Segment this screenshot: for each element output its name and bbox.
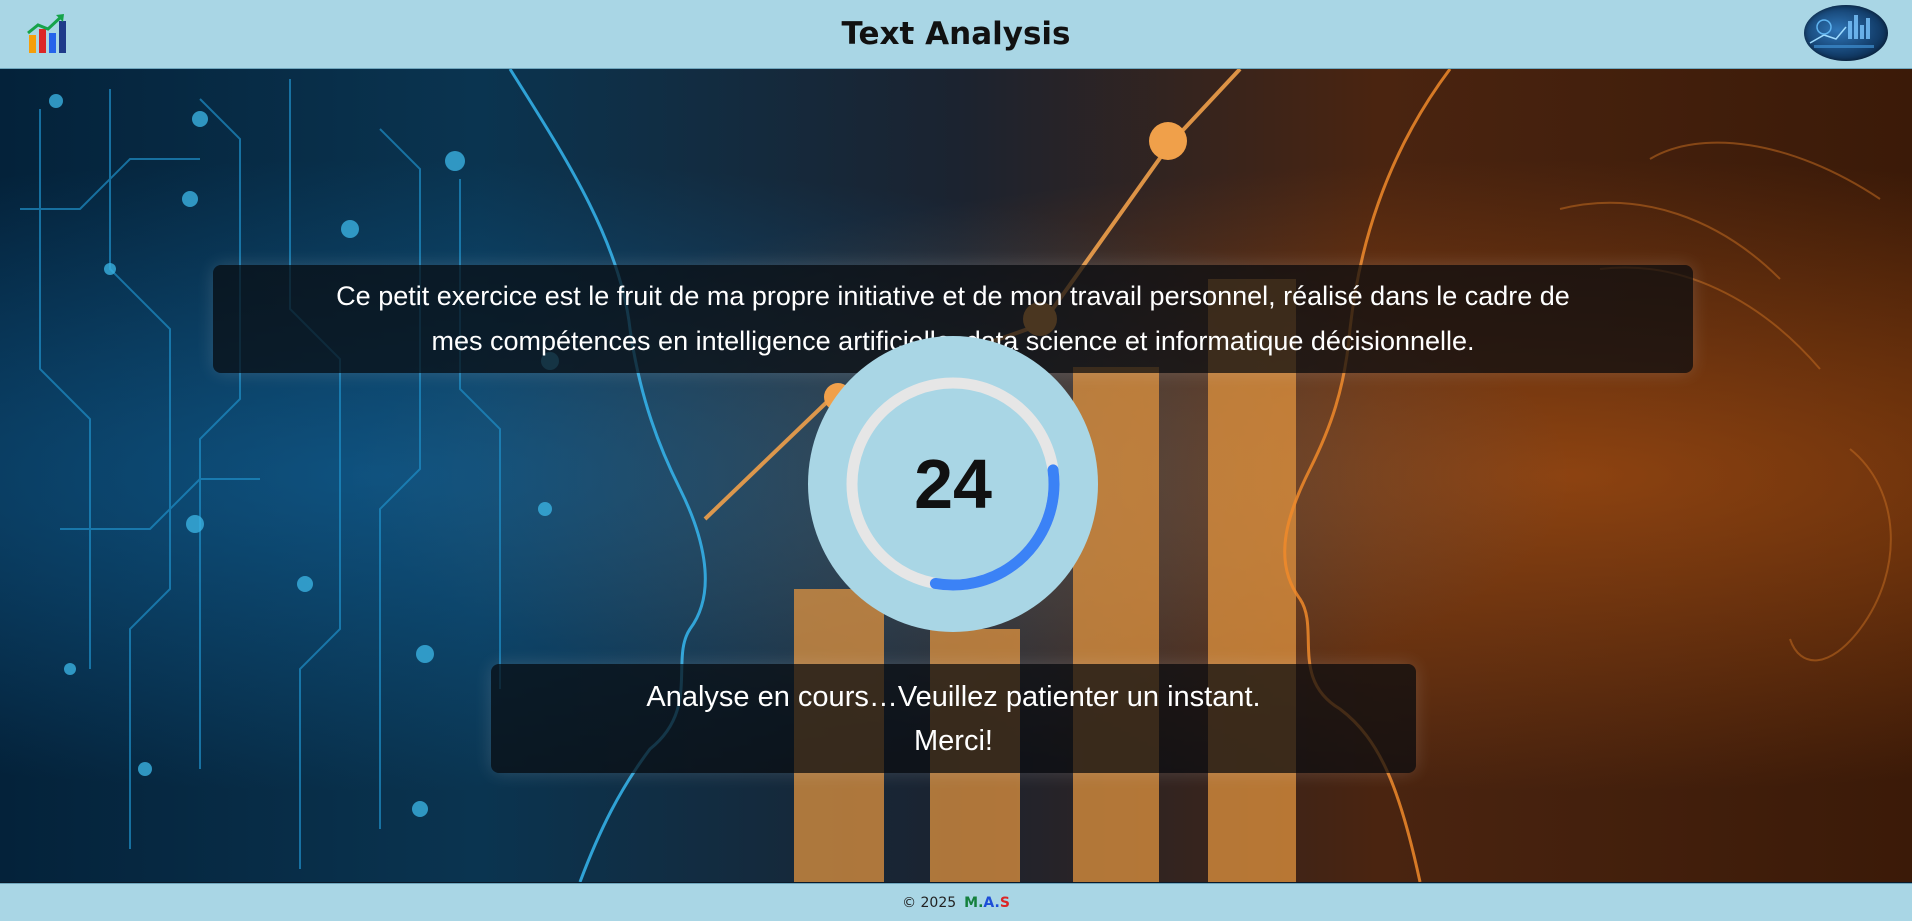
app-header: Text Analysis — [0, 0, 1912, 69]
copyright-text: © 2025 — [902, 894, 957, 911]
app-footer: © 2025 M.A.S — [0, 883, 1912, 921]
page-title: Text Analysis — [841, 16, 1071, 52]
status-message-line-2: Merci! — [914, 725, 993, 757]
status-message: Analyse en cours…Veuillez patienter un i… — [491, 664, 1416, 773]
countdown-spinner: 24 — [808, 336, 1098, 632]
status-message-line-1: Analyse en cours…Veuillez patienter un i… — [646, 681, 1261, 713]
background-scene: Ce petit exercice est le fruit de ma pro… — [0, 69, 1912, 882]
brand-signature: M.A.S — [964, 895, 1010, 911]
brand-part-m: M. — [964, 894, 984, 911]
countdown-number: 24 — [914, 445, 992, 523]
dashboard-thumbnail-icon — [1804, 5, 1888, 61]
brand-part-a: A. — [983, 894, 1000, 911]
brand-part-s: S — [999, 894, 1010, 911]
bar-chart-growth-icon — [27, 14, 66, 53]
intro-message-line-1: Ce petit exercice est le fruit de ma pro… — [336, 281, 1570, 311]
